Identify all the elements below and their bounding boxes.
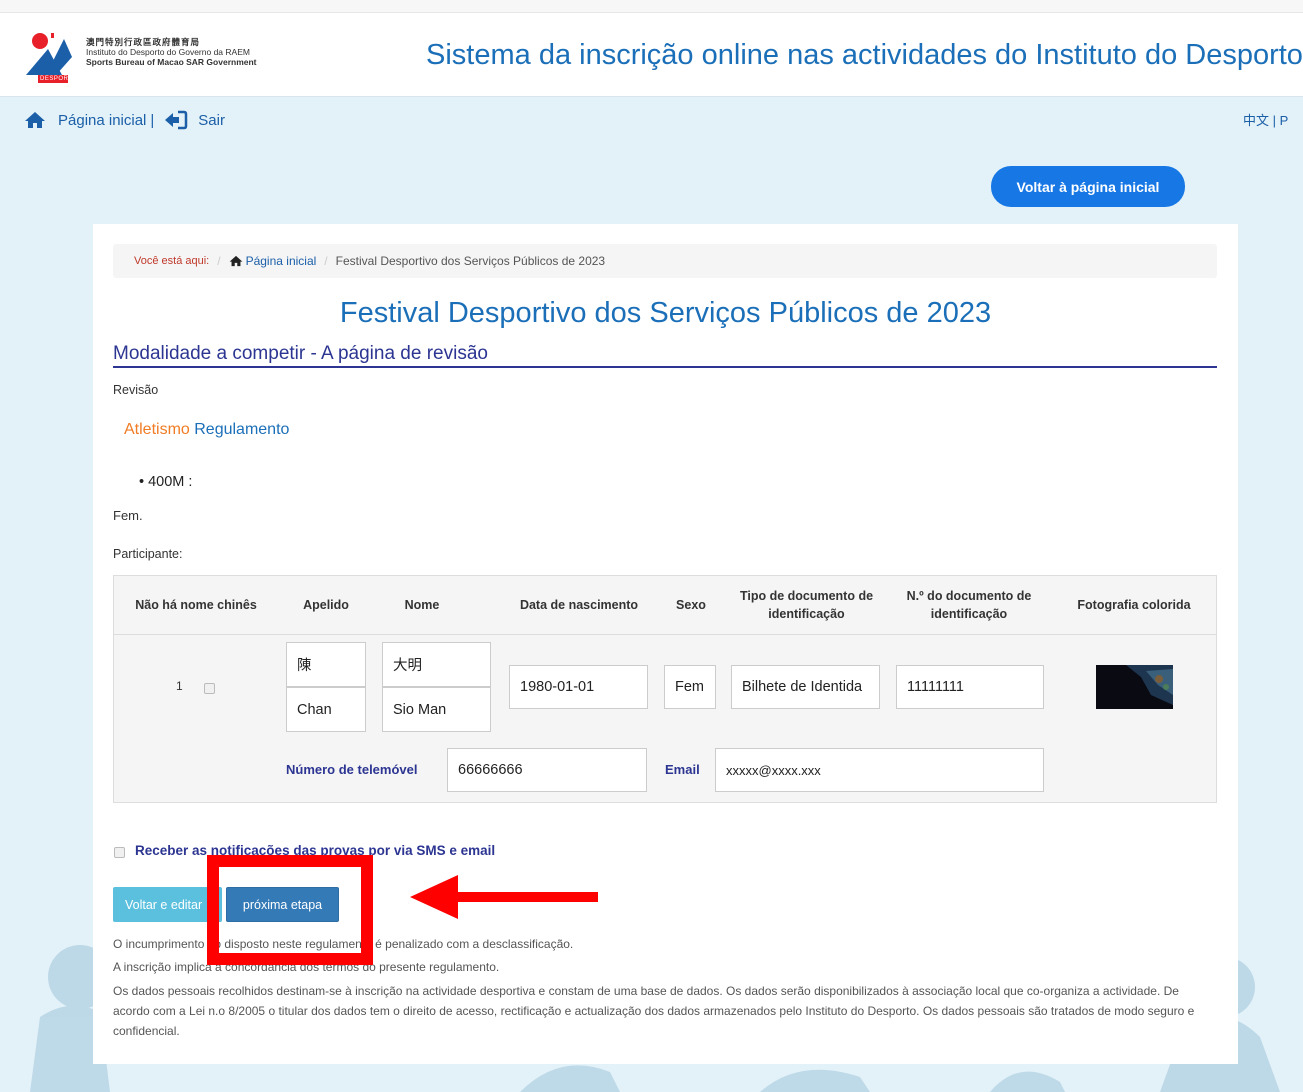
top-nav: Página inicial | Sair [24,110,225,130]
breadcrumb-current: Festival Desportivo dos Serviços Público… [335,254,606,268]
home-icon[interactable] [24,111,46,129]
email-label: Email [665,762,700,777]
surname-input[interactable]: Chan [286,687,366,732]
event-suffix: : [188,474,193,490]
nav-logout-link[interactable]: Sair [198,112,225,129]
breadcrumb-separator: / [324,254,328,268]
sport-name: Atletismo [124,421,190,438]
logo-portuguese-name: Instituto do Desporto do Governo da RAEM [86,47,250,57]
review-label: Revisão [113,383,159,397]
participants-table: Não há nome chinês Apelido Nome Data de … [113,575,1217,803]
site-title: Sistema da inscrição online nas activida… [426,39,1303,71]
site-header: 澳門特別行政區政府體育局 Instituto do Desporto do Go… [0,13,1303,97]
event-item: • 400M : [139,474,192,490]
nav-home-link[interactable]: Página inicial [58,112,146,129]
logo-badge: DESPORTO [40,76,78,82]
event-title: Festival Desportivo dos Serviços Público… [339,297,992,329]
note-data-privacy: Os dados pessoais recolhidos destinam-se… [113,984,1195,1038]
participant-label: Participante: [113,547,183,561]
header-doc-number-line1: N.º do documento de [906,589,1032,603]
breadcrumb-separator: / [217,254,221,268]
header-doc-type: Tipo de documento de identificação [729,576,884,634]
sex-input[interactable]: Fem [664,665,716,709]
photo-thumbnail-icon [1096,665,1173,709]
breadcrumb: Você está aqui: / Página inicial / Festi… [113,244,1217,278]
doc-number-input[interactable]: 11111111 [896,665,1044,709]
back-edit-button[interactable]: Voltar e editar [113,887,222,922]
header-doc-type-line1: Tipo de documento de [739,589,874,603]
logo-text: 澳門特別行政區政府體育局 Instituto do Desporto do Go… [86,37,257,67]
logout-icon[interactable] [164,110,188,130]
language-switcher[interactable]: 中文 | P [1243,110,1288,129]
section-title: Modalidade a competir - A página de revi… [113,343,1217,368]
logo-english-name: Sports Bureau of Macao SAR Government [86,57,257,67]
back-to-home-button[interactable]: Voltar à página inicial [991,166,1185,207]
doc-type-input[interactable]: Bilhete de Identida [731,665,880,709]
event-bullet: • [139,474,145,490]
main-panel: Você está aqui: / Página inicial / Festi… [93,224,1238,1064]
header-name: Nome [404,598,440,612]
birth-date-input[interactable]: 1980-01-01 [509,665,648,709]
notify-label: Receber as notificações das provas por v… [135,843,496,858]
header-doc-number: N.º do documento de identificação [894,576,1044,634]
mobile-input[interactable]: 66666666 [447,748,647,792]
sport-line: Atletismo Regulamento [124,421,289,439]
note-agreement: A inscrição implica a concordância dos t… [113,960,500,974]
rules-link[interactable]: Regulamento [194,421,289,438]
header-birth-date: Data de nascimento [519,598,639,612]
logo-chinese-name: 澳門特別行政區政府體育局 [86,37,201,47]
notify-checkbox[interactable] [114,847,125,858]
email-input[interactable]: xxxxx@xxxx.xxx [715,748,1044,792]
header-sex: Sexo [676,598,706,612]
top-strip [0,0,1303,13]
surname-chinese-input[interactable]: 陳 [286,642,366,687]
breadcrumb-home-icon[interactable] [229,255,243,267]
mobile-label: Número de telemóvel [286,762,418,777]
row-index: 1 [176,679,183,693]
nav-separator: | [150,111,155,129]
breadcrumb-home-link[interactable]: Página inicial [246,254,317,268]
header-photo: Fotografia colorida [1077,598,1191,612]
table-header: Não há nome chinês Apelido Nome Data de … [114,576,1216,635]
participant-photo [1096,665,1173,709]
header-no-chinese-name: Não há nome chinês [135,598,257,612]
next-step-button[interactable]: próxima etapa [226,887,339,922]
event-name: 400M [148,474,185,490]
sports-bureau-logo[interactable]: 澳門特別行政區政府體育局 Instituto do Desporto do Go… [24,31,304,83]
header-surname: Apelido [303,598,349,612]
note-penalty: O incumprimento do disposto neste regula… [113,937,574,951]
header-doc-number-line2: identificação [930,607,1008,621]
breadcrumb-prefix: Você está aqui: [134,255,210,267]
name-input[interactable]: Sio Man [382,687,491,732]
no-chinese-name-checkbox[interactable] [204,683,215,694]
gender-label: Fem. [113,508,143,523]
header-doc-type-line2: identificação [768,607,845,621]
name-chinese-input[interactable]: 大明 [382,642,491,687]
